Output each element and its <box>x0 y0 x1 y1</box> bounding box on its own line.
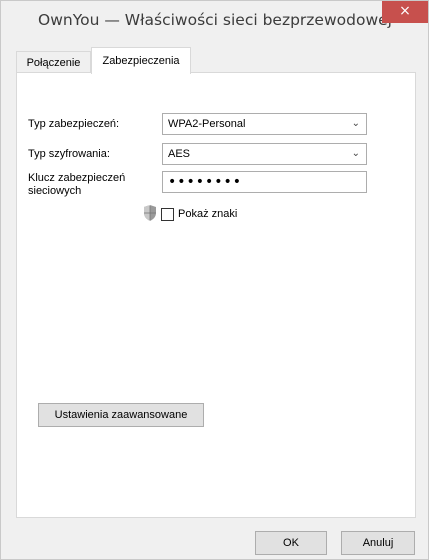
show-chars-label: Pokaż znaki <box>178 208 238 220</box>
shield-icon <box>144 205 156 221</box>
ok-button[interactable]: OK <box>255 531 327 555</box>
title-bar[interactable]: OwnYou — Właściwości sieci bezprzewodowe… <box>1 1 428 41</box>
security-panel: Typ zabezpieczeń: WPA2-Personal ⌄ Typ sz… <box>16 72 416 518</box>
network-key-label: Klucz zabezpieczeń sieciowych <box>28 172 126 197</box>
tab-security[interactable]: Zabezpieczenia <box>91 47 191 74</box>
tab-connection[interactable]: Połączenie <box>16 51 91 73</box>
encryption-type-value: AES <box>168 148 191 160</box>
advanced-settings-button[interactable]: Ustawienia zaawansowane <box>38 403 204 427</box>
security-type-value: WPA2-Personal <box>168 118 246 130</box>
cancel-button[interactable]: Anuluj <box>341 531 415 555</box>
network-key-field[interactable]: •••••••• <box>162 171 367 193</box>
chevron-down-icon: ⌄ <box>351 118 360 129</box>
window-title: OwnYou — Właściwości sieci bezprzewodowe… <box>38 11 392 29</box>
close-button[interactable]: × <box>382 1 428 23</box>
show-chars-checkbox[interactable] <box>161 208 174 221</box>
encryption-type-select[interactable]: AES ⌄ <box>162 143 367 165</box>
security-type-select[interactable]: WPA2-Personal ⌄ <box>162 113 367 135</box>
security-type-label: Typ zabezpieczeń: <box>28 118 120 130</box>
encryption-type-label: Typ szyfrowania: <box>28 148 110 160</box>
chevron-down-icon: ⌄ <box>351 148 360 159</box>
properties-dialog: OwnYou — Właściwości sieci bezprzewodowe… <box>0 0 429 560</box>
